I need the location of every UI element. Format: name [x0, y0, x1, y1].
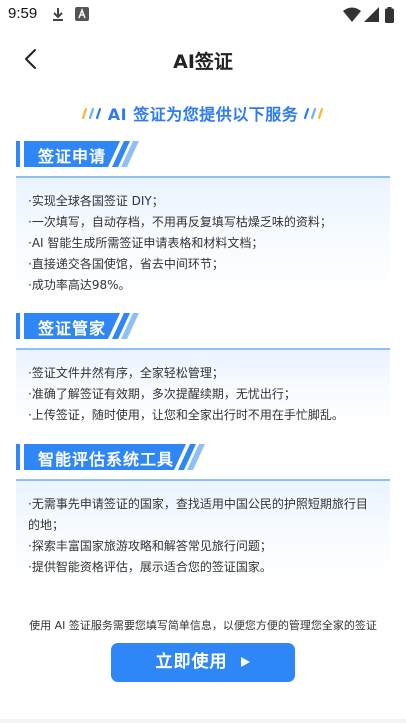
use-now-button[interactable]: 立即使用: [111, 643, 295, 682]
list-item: ·实现全球各国签证 DIY；: [28, 194, 164, 208]
download-icon: [53, 8, 63, 21]
footer-note: 使用 AI 签证服务需要您填写简单信息，以便您方便的管理您全家的签证: [29, 619, 377, 632]
nav-bar: AI签证: [0, 38, 406, 80]
use-now-button-label: 立即使用: [155, 652, 228, 672]
list-item: ·一次填写，自动存档，不用再反复填写枯燥乏味的资料；: [28, 215, 332, 229]
status-bar: 9:59: [0, 0, 406, 30]
signal-icon: [364, 7, 379, 22]
page-title: AI签证: [173, 51, 233, 73]
section-card-visa-application: ·实现全球各国签证 DIY； ·一次填写，自动存档，不用再反复填写枯燥乏味的资料…: [16, 176, 390, 304]
services-banner: AI 签证为您提供以下服务: [0, 101, 406, 125]
section-card-visa-manager: ·签证文件井然有序，全家轻松管理； ·准确了解签证有效期，多次提醒续期，无忧出行…: [16, 348, 390, 434]
wifi-icon: [343, 7, 361, 22]
banner-text: AI 签证为您提供以下服务: [107, 105, 299, 124]
status-time: 9:59: [8, 5, 38, 22]
list-item: ·无需事先申请签证的国家，查找适用中国公民的护照短期旅行目的地；: [28, 497, 368, 532]
play-icon: [240, 657, 250, 667]
app-icon: [75, 7, 89, 21]
home-indicator: [0, 719, 406, 723]
list-item: ·上传签证，随时使用，让您和全家出行时不用在手忙脚乱。: [28, 408, 344, 422]
section-title: 签证申请: [38, 147, 107, 166]
section-card-smart-evaluation: ·无需事先申请签证的国家，查找适用中国公民的护照短期旅行目的地； ·探索丰富国家…: [16, 479, 390, 586]
list-item: ·直接递交各国使馆，省去中间环节；: [28, 257, 224, 271]
banner-deco-right: [304, 107, 324, 120]
section-title: 智能评估系统工具: [38, 450, 175, 469]
list-item: ·提供智能资格评估，展示适合您的签证国家。: [28, 560, 272, 574]
banner-deco-left: [81, 107, 101, 120]
battery-icon: [385, 7, 394, 23]
list-item: ·AI 智能生成所需签证申请表格和材料文档；: [28, 236, 264, 250]
list-item: ·成功率高达98%。: [28, 278, 131, 292]
list-item: ·准确了解签证有效期，多次提醒续期，无忧出行；: [28, 387, 296, 401]
list-item: ·探索丰富国家旅游攻略和解答常见旅行问题；: [28, 539, 272, 553]
list-item: ·签证文件井然有序，全家轻松管理；: [28, 366, 224, 380]
section-title: 签证管家: [38, 319, 107, 338]
